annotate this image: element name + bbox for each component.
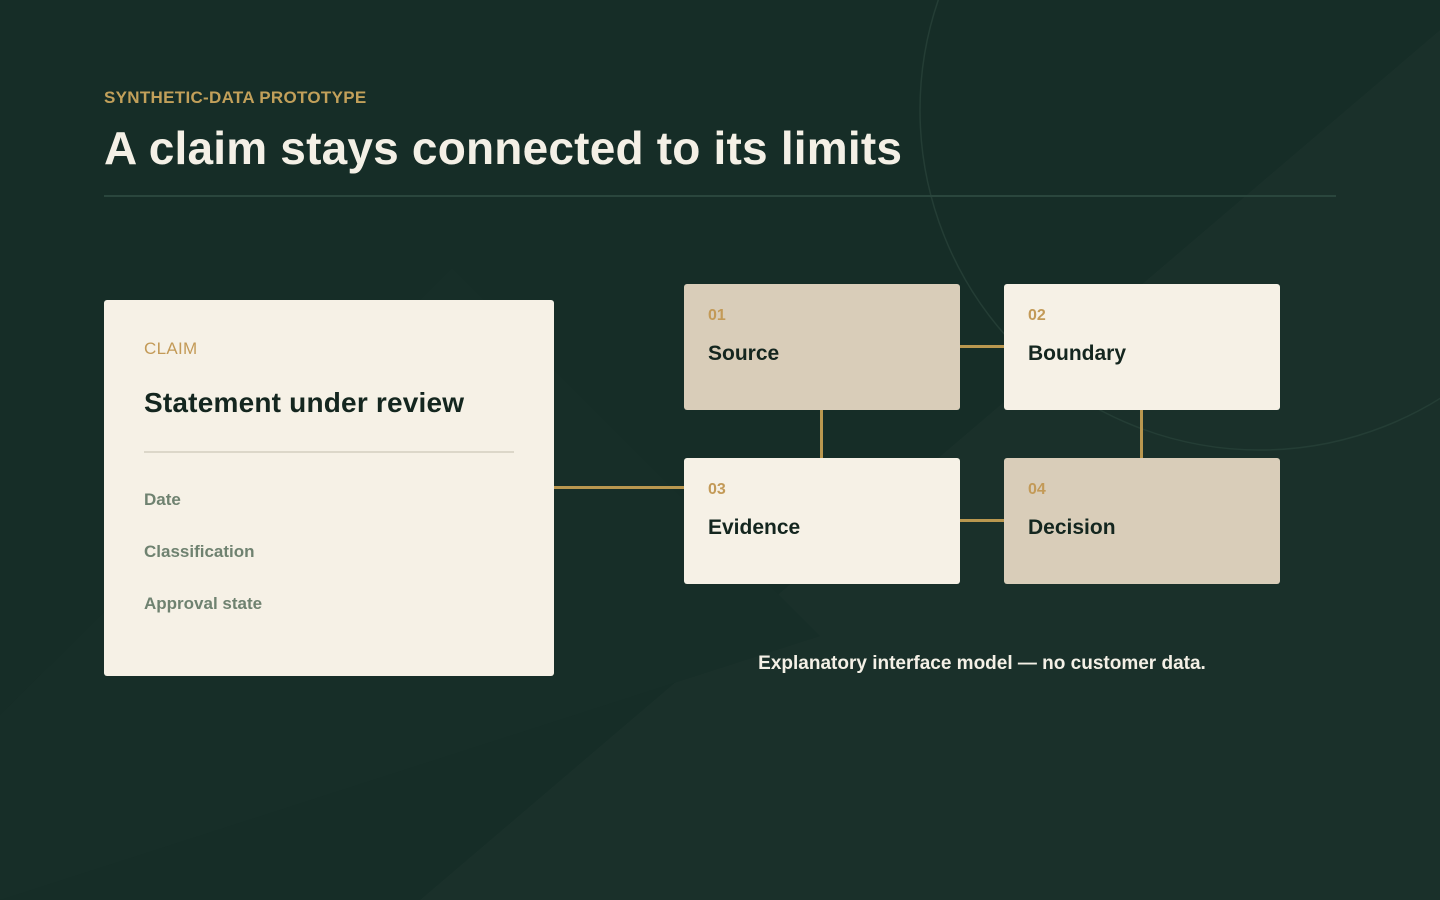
- node-number: 04: [1028, 481, 1046, 498]
- node-source: 01 Source: [684, 284, 960, 410]
- node-decision: 04 Decision: [1004, 458, 1280, 584]
- node-number: 03: [708, 481, 726, 498]
- page-title: A claim stays connected to its limits: [104, 122, 903, 174]
- claim-title: Statement under review: [144, 387, 465, 418]
- header-divider: [104, 195, 1336, 197]
- connector-claim-evidence: [554, 486, 684, 489]
- connector-source-evidence: [820, 410, 823, 458]
- connector-source-boundary: [960, 345, 1004, 348]
- node-evidence: 03 Evidence: [684, 458, 960, 584]
- node-number: 02: [1028, 307, 1046, 324]
- node-label: Evidence: [708, 516, 801, 539]
- node-number: 01: [708, 307, 726, 324]
- node-label: Decision: [1028, 516, 1116, 539]
- eyebrow-label: SYNTHETIC-DATA PROTOTYPE: [104, 88, 367, 107]
- claim-field-approval-state: Approval state: [144, 594, 263, 613]
- node-boundary: 02 Boundary: [1004, 284, 1280, 410]
- claim-field-classification: Classification: [144, 542, 255, 561]
- footnote: Explanatory interface model — no custome…: [758, 653, 1206, 674]
- claim-field-date: Date: [144, 490, 181, 509]
- claim-divider: [144, 451, 514, 453]
- claim-card: CLAIM Statement under review Date Classi…: [104, 300, 554, 676]
- node-label: Boundary: [1028, 342, 1127, 365]
- connector-boundary-decision: [1140, 410, 1143, 458]
- claim-label: CLAIM: [144, 339, 198, 358]
- connector-evidence-decision: [960, 519, 1004, 522]
- node-label: Source: [708, 342, 780, 365]
